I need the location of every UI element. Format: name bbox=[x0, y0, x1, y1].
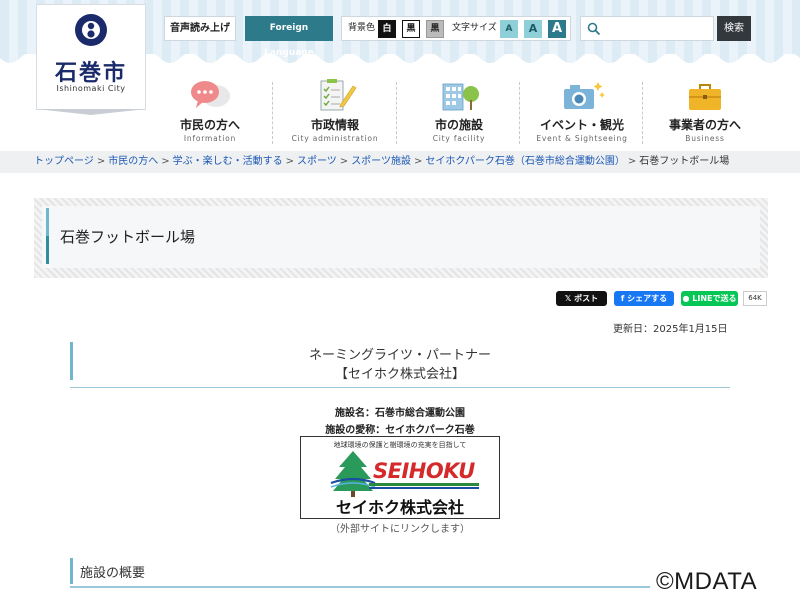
seihoku-tree-logo-icon bbox=[330, 451, 376, 497]
breadcrumb-link[interactable]: トップページ bbox=[34, 156, 94, 167]
bg-color-label: 背景色 bbox=[348, 23, 376, 33]
search-icon bbox=[587, 22, 601, 36]
watermark: ©MDATA bbox=[656, 568, 758, 595]
foreign-language-button[interactable]: Foreign Language bbox=[245, 16, 333, 58]
page-title: 石巻フットボール場 bbox=[60, 228, 196, 246]
x-logo-icon: 𝕏 bbox=[564, 294, 575, 303]
x-post-label: ポスト bbox=[574, 294, 599, 303]
breadcrumb-link[interactable]: セイホクパーク石巻（石巻市総合運動公園） bbox=[425, 156, 625, 167]
breadcrumb-link[interactable]: 市民の方へ bbox=[108, 156, 158, 167]
share-count-badge: 64K bbox=[743, 291, 767, 306]
clipboard-pencil-icon bbox=[320, 79, 357, 111]
x-post-button[interactable]: 𝕏 ポスト bbox=[556, 291, 607, 306]
nav-label: 市政情報 bbox=[310, 118, 359, 132]
banner-stripe-blue bbox=[369, 487, 479, 489]
section-heading-text: 施設の概要 bbox=[80, 566, 146, 581]
nav-citizens[interactable]: 市民の方へ Information bbox=[148, 76, 272, 148]
heading-accent-bar bbox=[70, 558, 73, 584]
bg-white-button[interactable]: 白 bbox=[378, 20, 396, 38]
nav-label: イベント・観光 bbox=[539, 118, 624, 132]
nav-business[interactable]: 事業者の方へ Business bbox=[643, 76, 767, 148]
facility-overview-heading: 施設の概要 bbox=[70, 558, 650, 588]
page-title-box: 石巻フットボール場 bbox=[34, 198, 768, 278]
nav-facilities[interactable]: 市の施設 City facility bbox=[397, 76, 521, 148]
briefcase-icon bbox=[689, 84, 721, 110]
facebook-share-button[interactable]: f シェアする bbox=[614, 291, 674, 306]
nav-sublabel: City administration bbox=[291, 134, 379, 143]
search-button[interactable]: 検索 bbox=[717, 16, 751, 41]
font-size-medium-button[interactable]: A bbox=[524, 20, 542, 38]
voice-reader-button[interactable]: 音声読み上げ bbox=[164, 16, 236, 41]
logo-ribbon-tail bbox=[36, 109, 146, 115]
line-icon: ● bbox=[682, 294, 693, 303]
search-box bbox=[580, 16, 714, 41]
breadcrumb-separator: > bbox=[339, 156, 349, 167]
font-size-label: 文字サイズ bbox=[452, 23, 497, 33]
site-logo[interactable]: 石巻市 Ishinomaki City bbox=[36, 4, 146, 110]
breadcrumb-link[interactable]: スポーツ施設 bbox=[351, 156, 411, 167]
bg-gray-button[interactable]: 黒 bbox=[426, 20, 444, 38]
breadcrumb-separator: > bbox=[627, 156, 637, 167]
page-title-inner: 石巻フットボール場 bbox=[42, 206, 760, 268]
breadcrumb-link[interactable]: スポーツ bbox=[297, 156, 337, 167]
nav-label: 市の施設 bbox=[434, 118, 483, 132]
heading-line2: 【セイホク株式会社】 bbox=[334, 367, 465, 382]
logo-name: 石巻市 bbox=[54, 60, 127, 86]
seihoku-wordmark: SEIHOKU bbox=[373, 459, 475, 483]
building-tree-icon bbox=[442, 83, 479, 111]
speech-bubbles-icon bbox=[191, 81, 230, 108]
naming-rights-heading: ネーミングライツ・パートナー 【セイホク株式会社】 bbox=[70, 342, 730, 388]
font-size-large-button[interactable]: A bbox=[548, 20, 566, 38]
breadcrumb-link[interactable]: 学ぶ・楽しむ・活動する bbox=[173, 156, 283, 167]
line-share-button[interactable]: ● LINEで送る bbox=[681, 291, 738, 306]
nav-sublabel: City facility bbox=[432, 134, 486, 143]
facility-name: 施設名：石巻市総合運動公園 bbox=[335, 408, 465, 419]
breadcrumb-separator: > bbox=[414, 156, 423, 167]
nav-city-admin[interactable]: 市政情報 City administration bbox=[273, 76, 397, 148]
heading-line1: ネーミングライツ・パートナー bbox=[308, 348, 491, 363]
nav-sublabel: Business bbox=[685, 134, 725, 143]
nav-sublabel: Information bbox=[183, 134, 237, 143]
city-emblem-icon bbox=[75, 14, 107, 46]
seihoku-banner-link[interactable]: 地球環境の保護と樹環境の充実を目指して SEIHOKU セイホク株式会社 bbox=[300, 436, 500, 519]
breadcrumb-separator: > bbox=[161, 156, 170, 167]
search-input[interactable] bbox=[605, 19, 711, 38]
facebook-share-label: シェアする bbox=[627, 294, 668, 303]
banner-stripe-green bbox=[369, 483, 479, 486]
nav-events[interactable]: イベント・観光 Event & Sightseeing bbox=[520, 76, 644, 148]
breadcrumb: トップページ > 市民の方へ > 学ぶ・楽しむ・活動する > スポーツ > スポーツ施設 > セイホ… bbox=[0, 151, 800, 173]
banner-company-name: セイホク株式会社 bbox=[335, 498, 464, 517]
external-link-note: （外部サイトにリンクします） bbox=[330, 524, 470, 535]
font-size-small-button[interactable]: A bbox=[500, 20, 518, 38]
nav-label: 市民の方へ bbox=[179, 118, 240, 132]
bg-black-button[interactable]: 黒 bbox=[402, 20, 420, 38]
updated-date: 更新日：2025年1月15日 bbox=[613, 324, 728, 335]
breadcrumb-separator: > bbox=[285, 156, 294, 167]
nav-sublabel: Event & Sightseeing bbox=[536, 134, 628, 143]
nav-label: 事業者の方へ bbox=[668, 118, 741, 132]
facility-nickname: 施設の愛称：セイホクパーク石巻 bbox=[325, 425, 475, 436]
camera-icon bbox=[564, 82, 605, 109]
logo-subtitle: Ishinomaki City bbox=[56, 84, 126, 93]
breadcrumb-current: 石巻フットボール場 bbox=[639, 156, 730, 167]
title-accent-bar bbox=[46, 208, 49, 264]
line-share-label: LINEで送る bbox=[692, 294, 737, 303]
accessibility-controls: 背景色 白 黒 黒 文字サイズ A A A bbox=[341, 16, 571, 41]
breadcrumb-separator: > bbox=[96, 156, 106, 167]
